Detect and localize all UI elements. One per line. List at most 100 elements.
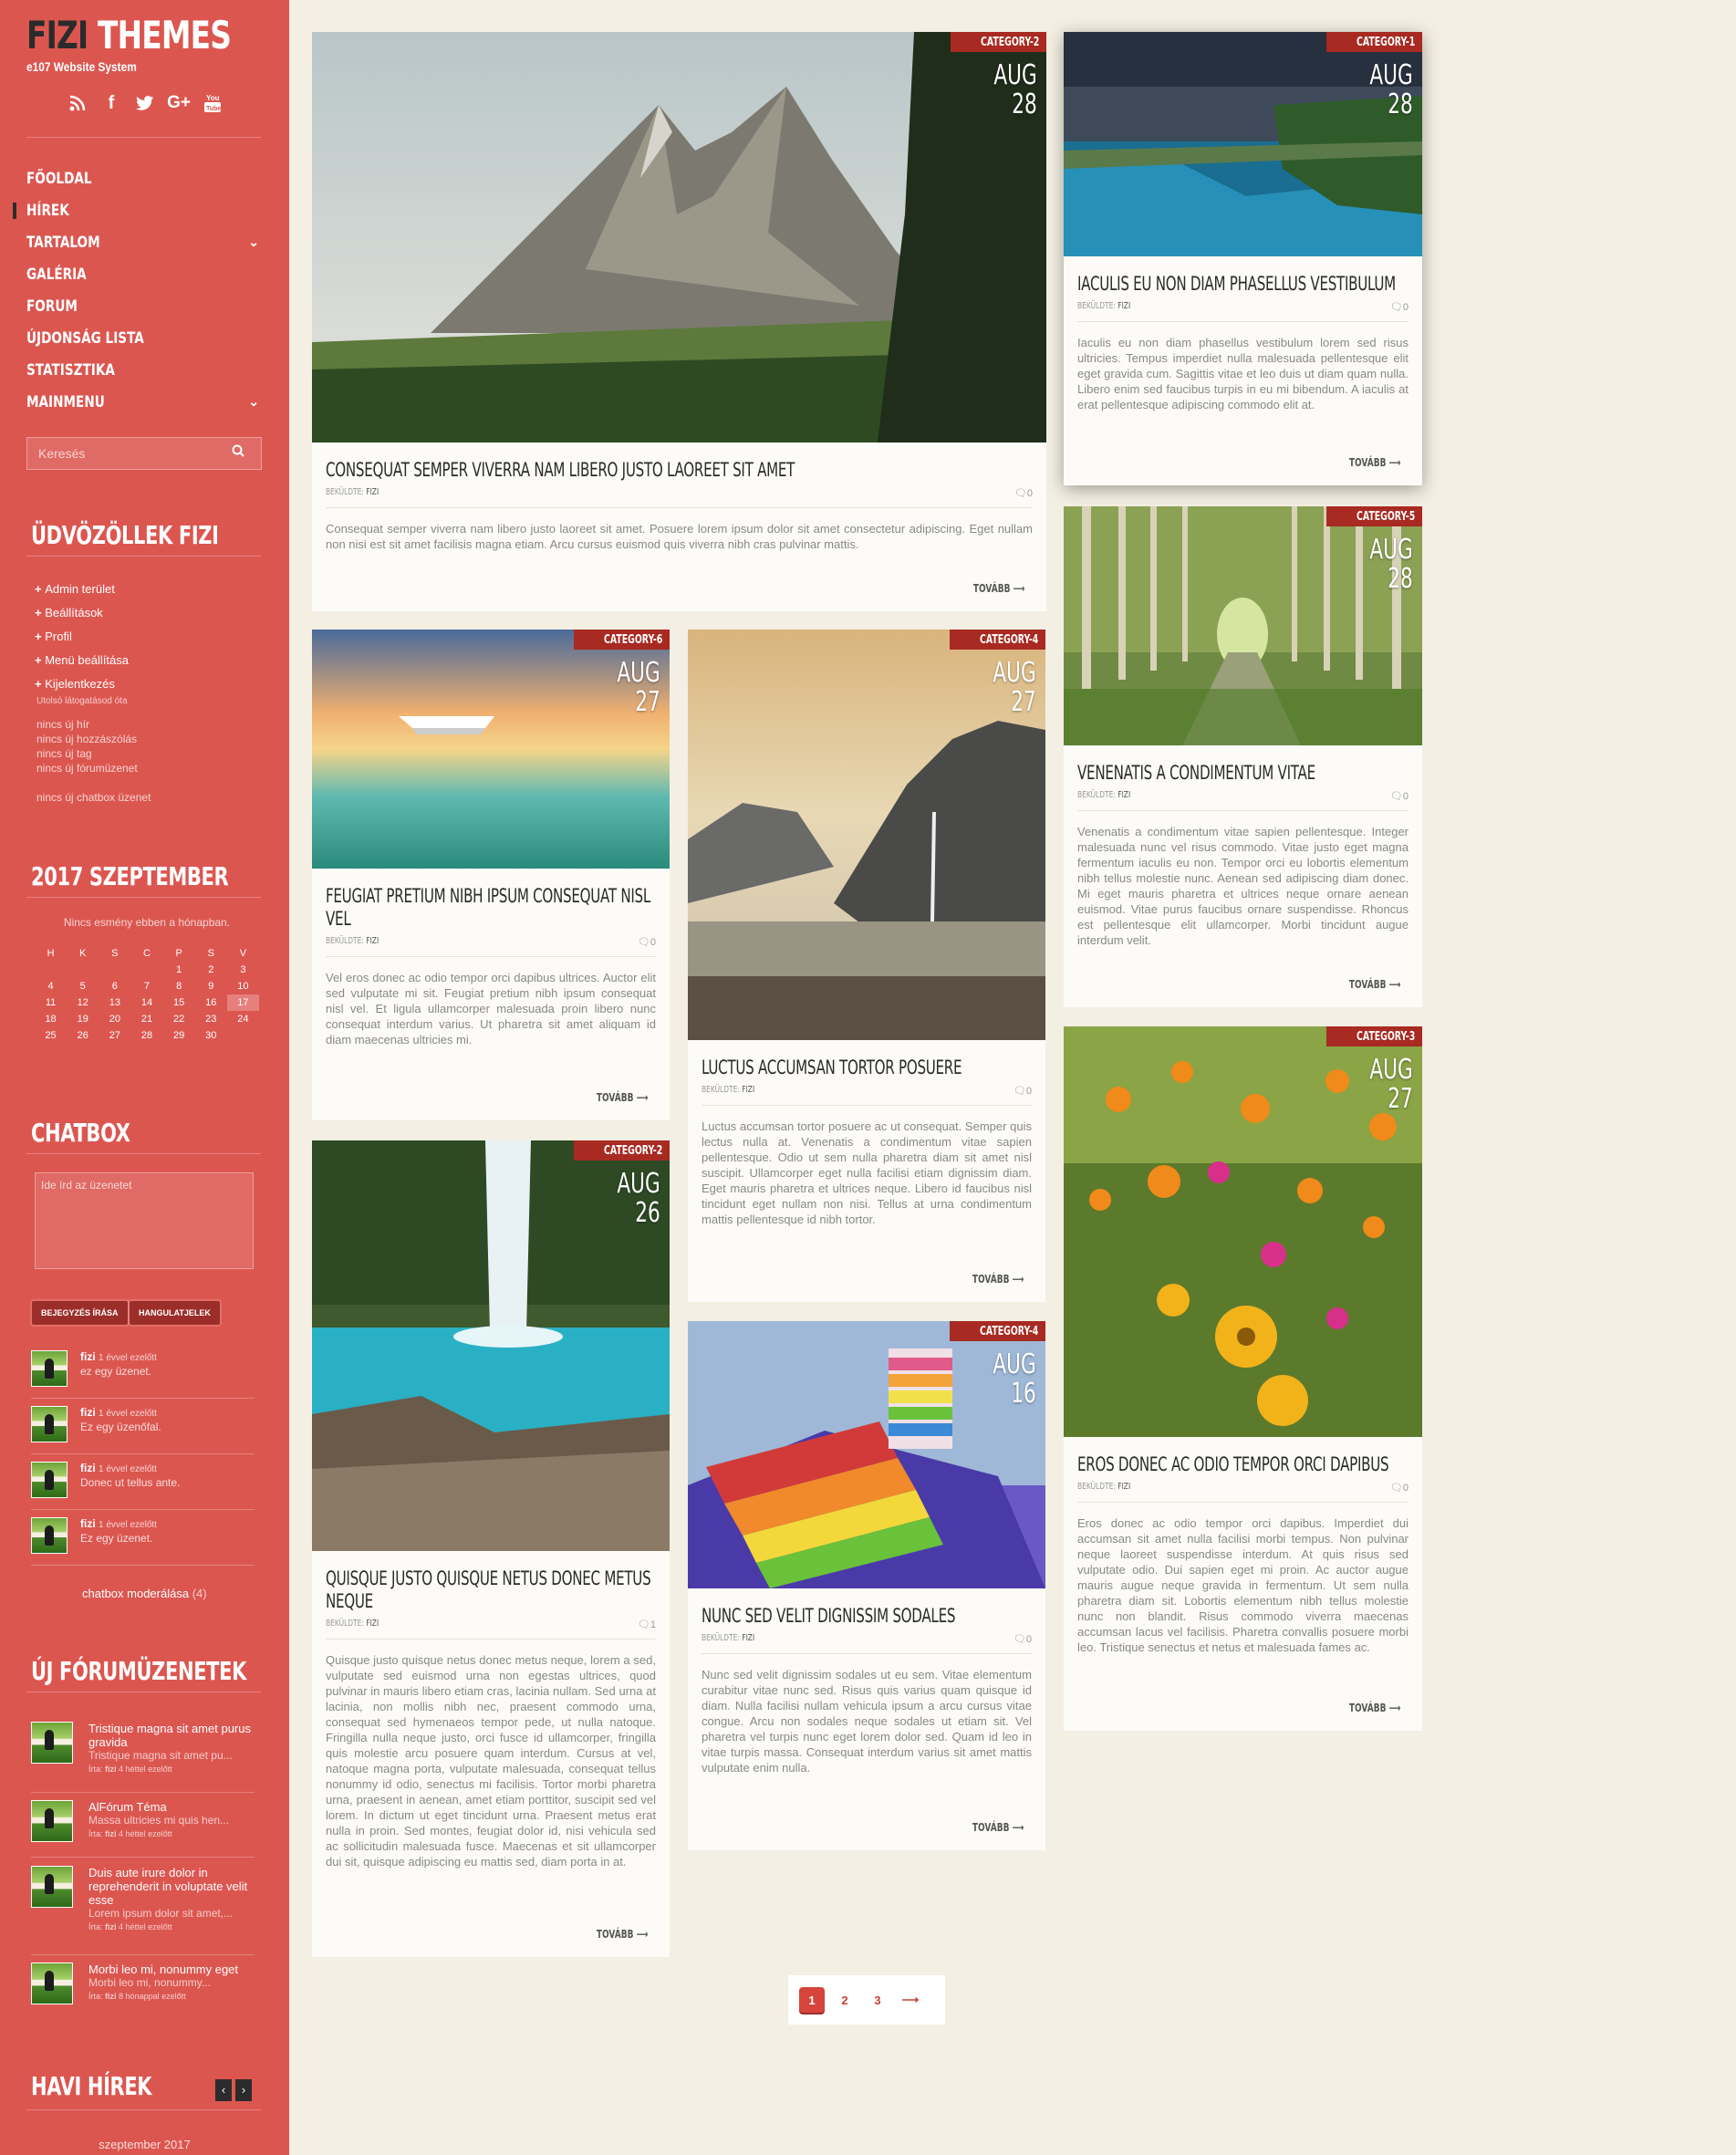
calendar-day[interactable]: 7 bbox=[130, 978, 162, 994]
page-2[interactable]: 2 bbox=[832, 1987, 858, 2013]
category-badge[interactable]: CATEGORY-6 bbox=[573, 630, 670, 650]
page-1[interactable]: 1 bbox=[799, 1987, 825, 2013]
category-badge[interactable]: CATEGORY-4 bbox=[949, 630, 1045, 650]
comments-icon[interactable]: 🗨0 bbox=[1014, 1085, 1032, 1097]
nav-item-ujdonsag-lista[interactable]: ÚJDONSÁG LISTA bbox=[26, 322, 261, 354]
read-more-link[interactable]: TOVÁBB ⟶ bbox=[579, 1091, 648, 1104]
comments-icon[interactable]: 🗨0 bbox=[1390, 301, 1409, 313]
chatbox-moderate-link[interactable]: chatbox moderálása (4) bbox=[82, 1587, 207, 1600]
calendar-day[interactable]: 21 bbox=[130, 1011, 162, 1027]
post-title[interactable]: LUCTUS ACCUMSAN TORTOR POSUERE bbox=[688, 1057, 1045, 1079]
post-image[interactable]: CATEGORY-5 AUG 28 bbox=[1064, 506, 1422, 745]
next-page-arrow-icon[interactable]: ⟶ bbox=[898, 1987, 923, 2013]
search-input[interactable]: Keresés bbox=[26, 437, 262, 470]
read-more-link[interactable]: TOVÁBB ⟶ bbox=[956, 582, 1024, 595]
category-badge[interactable]: CATEGORY-4 bbox=[949, 1321, 1045, 1341]
post-image[interactable]: CATEGORY-4 AUG 16 bbox=[688, 1321, 1045, 1588]
forum-item[interactable]: Morbi leo mi, nonummy eget Morbi leo mi, … bbox=[88, 1962, 262, 2004]
calendar-day[interactable]: 28 bbox=[130, 1027, 162, 1044]
post-title[interactable]: IACULIS EU NON DIAM PHASELLUS VESTIBULUM bbox=[1064, 273, 1422, 296]
calendar-day[interactable]: 15 bbox=[163, 994, 195, 1011]
profile-link[interactable]: Profil bbox=[35, 625, 129, 649]
prev-month-button[interactable]: ‹ bbox=[215, 2079, 232, 2101]
nav-item-foldal[interactable]: FŐOLDAL bbox=[26, 162, 261, 194]
logout-link[interactable]: Kijelentkezés bbox=[35, 672, 129, 696]
calendar-day[interactable]: 12 bbox=[67, 994, 99, 1011]
twitter-icon[interactable] bbox=[133, 91, 157, 115]
post-title[interactable]: QUISQUE JUSTO QUISQUE NETUS DONEC METUS … bbox=[312, 1567, 670, 1613]
calendar-day[interactable]: 23 bbox=[195, 1011, 227, 1027]
read-more-link[interactable]: TOVÁBB ⟶ bbox=[955, 1821, 1024, 1834]
page-3[interactable]: 3 bbox=[865, 1987, 890, 2013]
calendar-day[interactable]: 20 bbox=[99, 1011, 130, 1027]
post-image[interactable]: CATEGORY-3 AUG 27 bbox=[1064, 1026, 1422, 1437]
comments-icon[interactable]: 🗨0 bbox=[1014, 1633, 1032, 1645]
calendar-day[interactable]: 29 bbox=[163, 1027, 195, 1044]
emotes-button[interactable]: HANGULATJELEK bbox=[130, 1301, 220, 1325]
googleplus-icon[interactable]: G+ bbox=[167, 91, 191, 115]
search-icon[interactable] bbox=[232, 438, 244, 469]
category-badge[interactable]: CATEGORY-5 bbox=[1325, 506, 1422, 526]
category-badge[interactable]: CATEGORY-1 bbox=[1325, 32, 1422, 52]
category-badge[interactable]: CATEGORY-2 bbox=[573, 1140, 670, 1161]
post-image[interactable]: CATEGORY-2 AUG 26 bbox=[312, 1140, 670, 1551]
calendar-day[interactable]: 22 bbox=[163, 1011, 195, 1027]
calendar-day[interactable]: 14 bbox=[130, 994, 162, 1011]
post-image[interactable]: CATEGORY-6 AUG 27 bbox=[312, 630, 670, 869]
post-title[interactable]: VENENATIS A CONDIMENTUM VITAE bbox=[1064, 762, 1422, 785]
forum-item[interactable]: Duis aute irure dolor in reprehenderit i… bbox=[88, 1866, 262, 1934]
nav-item-forum[interactable]: FORUM bbox=[26, 290, 261, 322]
calendar-day[interactable]: 17 bbox=[226, 994, 259, 1011]
nav-item-statisztika[interactable]: STATISZTIKA bbox=[26, 354, 261, 386]
forum-item[interactable]: AlFórum Téma Massa ultricies mi quis hen.… bbox=[88, 1800, 262, 1841]
calendar-day[interactable]: 19 bbox=[67, 1011, 99, 1027]
calendar-day[interactable]: 26 bbox=[67, 1027, 99, 1044]
read-more-link[interactable]: TOVÁBB ⟶ bbox=[1332, 978, 1400, 991]
nav-item-hirek[interactable]: HÍREK bbox=[13, 194, 261, 226]
comments-icon[interactable]: 🗨0 bbox=[1390, 1482, 1409, 1494]
comments-icon[interactable]: 🗨1 bbox=[638, 1619, 656, 1630]
calendar-day[interactable]: 16 bbox=[195, 994, 227, 1011]
menu-settings-link[interactable]: Menü beállítása bbox=[35, 649, 129, 672]
calendar-day[interactable]: 24 bbox=[227, 1011, 259, 1027]
admin-link[interactable]: Admin terület bbox=[35, 578, 129, 601]
post-image[interactable]: CATEGORY-1 AUG 28 bbox=[1064, 32, 1422, 256]
post-title[interactable]: CONSEQUAT SEMPER VIVERRA NAM LIBERO JUST… bbox=[312, 459, 1046, 482]
next-month-button[interactable]: › bbox=[235, 2079, 252, 2101]
youtube-icon[interactable]: You Tube bbox=[201, 91, 224, 115]
post-image[interactable]: CATEGORY-2 AUG 28 bbox=[312, 32, 1046, 442]
calendar-day[interactable]: 13 bbox=[99, 994, 130, 1011]
comments-icon[interactable]: 🗨0 bbox=[1014, 487, 1033, 499]
chatbox-submit-button[interactable]: BEJEGYZÉS ÍRÁSA bbox=[32, 1301, 128, 1325]
read-more-link[interactable]: TOVÁBB ⟶ bbox=[955, 1273, 1024, 1286]
calendar-day[interactable]: 27 bbox=[99, 1027, 130, 1044]
site-logo[interactable]: FIZI THEMES bbox=[26, 13, 232, 57]
calendar-day[interactable]: 8 bbox=[163, 978, 195, 994]
calendar-day[interactable]: 25 bbox=[35, 1027, 67, 1044]
read-more-link[interactable]: TOVÁBB ⟶ bbox=[579, 1928, 648, 1941]
calendar-day[interactable]: 1 bbox=[163, 962, 195, 978]
calendar-day[interactable]: 30 bbox=[195, 1027, 227, 1044]
calendar-day[interactable]: 5 bbox=[67, 978, 99, 994]
calendar-day[interactable]: 4 bbox=[35, 978, 67, 994]
category-badge[interactable]: CATEGORY-3 bbox=[1325, 1026, 1422, 1046]
calendar-day[interactable]: 11 bbox=[35, 994, 67, 1011]
read-more-link[interactable]: TOVÁBB ⟶ bbox=[1332, 1702, 1400, 1714]
nav-item-galeria[interactable]: GALÉRIA bbox=[26, 258, 261, 290]
comments-icon[interactable]: 🗨0 bbox=[1390, 790, 1409, 802]
comments-icon[interactable]: 🗨0 bbox=[638, 936, 656, 948]
category-badge[interactable]: CATEGORY-2 bbox=[950, 32, 1046, 52]
post-title[interactable]: FEUGIAT PRETIUM NIBH IPSUM CONSEQUAT NIS… bbox=[312, 885, 670, 931]
settings-link[interactable]: Beállítások bbox=[35, 601, 129, 625]
calendar-day[interactable]: 9 bbox=[195, 978, 227, 994]
forum-item[interactable]: Tristique magna sit amet purus gravida Tr… bbox=[88, 1722, 262, 1776]
read-more-link[interactable]: TOVÁBB ⟶ bbox=[1332, 456, 1400, 469]
calendar-day[interactable]: 10 bbox=[227, 978, 259, 994]
calendar-day[interactable]: 6 bbox=[99, 978, 130, 994]
nav-item-tartalom[interactable]: TARTALOM ⌄ bbox=[26, 226, 261, 258]
calendar-day[interactable]: 3 bbox=[227, 962, 259, 978]
chatbox-textarea[interactable]: Ide írd az üzenetet bbox=[35, 1172, 254, 1269]
post-title[interactable]: NUNC SED VELIT DIGNISSIM SODALES bbox=[688, 1605, 1045, 1628]
nav-item-mainmenu[interactable]: MAINMENU ⌄ bbox=[26, 386, 261, 418]
post-title[interactable]: EROS DONEC AC ODIO TEMPOR ORCI DAPIBUS bbox=[1064, 1453, 1422, 1476]
